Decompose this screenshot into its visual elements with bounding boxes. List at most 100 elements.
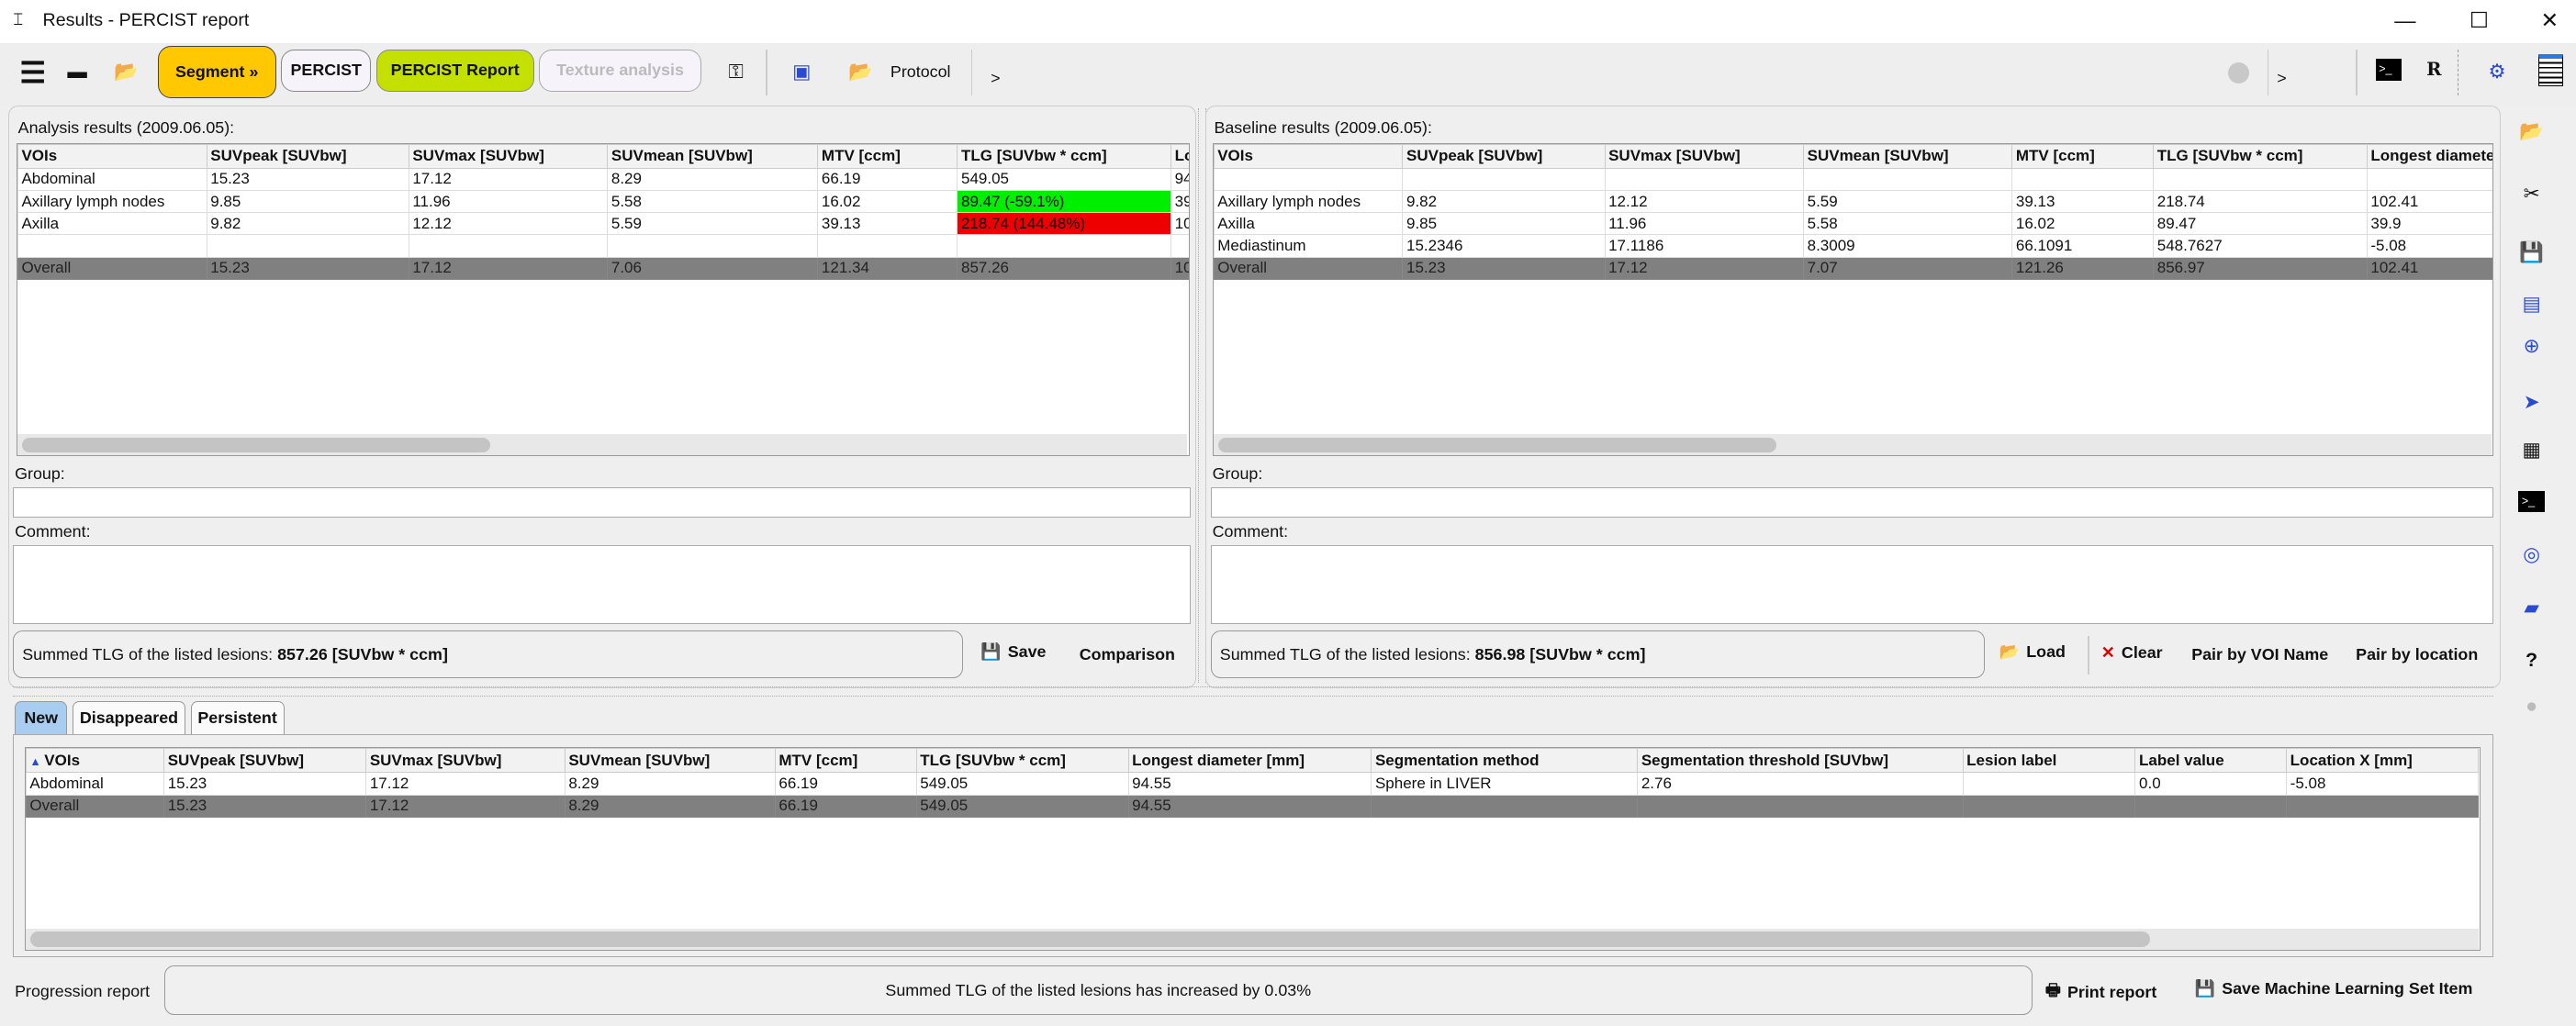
table-cell: 5.58 [1803, 212, 2013, 236]
protocol-icon[interactable]: 📂 [843, 54, 879, 90]
minimize-panel-icon[interactable]: ▬ [66, 56, 89, 89]
column-header[interactable]: Longest diameter [mm] [1127, 748, 1372, 774]
column-header[interactable]: ▲ VOIs [25, 748, 165, 774]
zoom-icon[interactable]: ⊕ [2509, 331, 2555, 361]
percist-button[interactable]: PERCIST [281, 49, 372, 93]
table-row[interactable]: Axillary lymph nodes 9.85 11.96 5.58 16.02 89… [17, 189, 1189, 214]
vehicle-icon[interactable]: ▰ [2509, 593, 2555, 622]
overall-row[interactable]: Overall 15.23 17.12 8.29 66.19 549.05 94.55 [25, 794, 2480, 818]
baseline-comment-input[interactable] [1210, 545, 2494, 624]
comment-input[interactable] [13, 545, 1192, 624]
column-header[interactable]: SUVmean [SUVbw] [607, 143, 819, 169]
column-header[interactable]: SUVmax [SUVbw] [365, 748, 566, 774]
terminal-icon[interactable]: >_ [2518, 491, 2545, 513]
analysis-scrollbar[interactable] [17, 434, 1187, 456]
save-icon[interactable]: 💾 [2509, 238, 2555, 267]
baseline-scrollbar[interactable] [1213, 434, 2492, 456]
texture-analysis-button: Texture analysis [538, 49, 702, 93]
import-folder-icon[interactable]: 📂 [110, 52, 143, 92]
tab-new[interactable]: New [15, 701, 68, 734]
save-ml-set-button[interactable]: 💾 Save Machine Learning Set Item [2195, 979, 2473, 998]
more-left-button[interactable]: > [991, 69, 1000, 88]
scrollbar-thumb[interactable] [1218, 437, 1777, 452]
overall-row[interactable]: Overall 15.23 17.12 7.07 121.26 856.97 102.41 [1213, 256, 2493, 280]
baseline-group-input[interactable] [1210, 487, 2494, 518]
column-header[interactable]: SUVpeak [SUVbw] [1402, 143, 1606, 169]
table-row[interactable]: Abdominal 15.23 17.12 8.29 66.19 549.05 94.55 S… [25, 772, 2480, 796]
column-header[interactable]: MTV [ccm] [774, 748, 917, 774]
column-header[interactable]: TLG [SUVbw * ccm] [2153, 143, 2368, 169]
print-report-button[interactable]: 🖶 Print report [2045, 979, 2156, 1007]
column-header[interactable]: Longest diameter [mm] [1170, 143, 1189, 169]
column-header[interactable]: Segmentation threshold [SUVbw] [1637, 748, 1964, 774]
column-header[interactable]: Longest diameter [mm] [2366, 143, 2493, 169]
table-row[interactable]: Axillary lymph nodes 9.82 12.12 5.59 39.13 21… [1213, 189, 2493, 214]
column-header[interactable]: SUVmax [SUVbw] [408, 143, 609, 169]
lesions-scrollbar[interactable] [25, 928, 2479, 951]
table-cell [1170, 234, 1189, 258]
column-header[interactable]: Lesion label [1962, 748, 2136, 774]
more-right-button[interactable]: > [2277, 69, 2286, 88]
pair-by-location-button[interactable]: Pair by location [2356, 645, 2478, 664]
table-row[interactable] [17, 234, 1189, 258]
column-header[interactable]: VOIs [1213, 143, 1404, 169]
table-row[interactable]: Axilla 9.82 12.12 5.59 39.13 218.74 (144.48%)… [17, 212, 1189, 236]
calendar-icon[interactable] [2537, 54, 2563, 86]
column-header[interactable]: TLG [SUVbw * ccm] [915, 748, 1129, 774]
load-button[interactable]: 📂 Load [1999, 642, 2066, 662]
column-header[interactable]: Label value [2134, 748, 2288, 774]
maximize-button[interactable]: ☐ [2455, 5, 2504, 38]
comparison-button[interactable]: Comparison [1080, 645, 1175, 664]
horizontal-splitter[interactable] [13, 686, 2494, 697]
print-icon[interactable]: ▤ [2509, 289, 2555, 318]
split-icon[interactable]: ✂ [2509, 179, 2555, 208]
close-button[interactable]: ✕ [2525, 5, 2574, 38]
column-header[interactable]: VOIs [17, 143, 207, 169]
percist-report-button[interactable]: PERCIST Report [375, 49, 534, 93]
export-icon[interactable]: ➤ [2509, 387, 2555, 417]
terminal-icon[interactable]: >_ [2375, 59, 2402, 81]
column-header[interactable]: SUVmean [SUVbw] [564, 748, 776, 774]
column-header[interactable]: SUVpeak [SUVbw] [163, 748, 367, 774]
vertical-splitter[interactable] [1197, 108, 1206, 684]
tab-persistent[interactable]: Persistent [190, 701, 285, 734]
help-button[interactable]: ? [2509, 645, 2555, 675]
table-cell: 89.47 [2153, 212, 2368, 236]
scrollbar-thumb[interactable] [30, 931, 2150, 947]
target-icon[interactable]: ◎ [2509, 541, 2555, 570]
protocol-button[interactable]: Protocol [890, 62, 951, 82]
database-icon[interactable]: ▣ [785, 54, 818, 90]
pair-by-voi-name-button[interactable]: Pair by VOI Name [2191, 645, 2328, 664]
column-header[interactable]: SUVmean [SUVbw] [1803, 143, 2013, 169]
table-cell: 16.02 [2011, 212, 2155, 236]
scrollbar-thumb[interactable] [22, 437, 491, 452]
column-header[interactable]: TLG [SUVbw * ccm] [957, 143, 1172, 169]
minimize-button[interactable]: — [2380, 5, 2430, 38]
table-row[interactable]: Axilla 9.85 11.96 5.58 16.02 89.47 39.9 [1213, 212, 2493, 236]
column-header[interactable]: MTV [ccm] [2011, 143, 2155, 169]
table-cell: 548.7627 [2153, 234, 2368, 258]
table-row[interactable]: Mediastinum 15.2346 17.1186 8.3009 66.1091 54… [1213, 234, 2493, 258]
database-icon[interactable]: ▦ [2509, 435, 2555, 464]
save-button[interactable]: 💾 Save [980, 642, 1046, 662]
user-config-icon[interactable]: ⚙ [2478, 54, 2517, 90]
clear-button[interactable]: ✕ Clear [2101, 643, 2163, 663]
column-header[interactable]: Location X [mm] [2286, 748, 2480, 774]
overall-row[interactable]: Overall15.2317.127.06121.34857.26102.41 [17, 256, 1189, 280]
table-cell: 102.41 [1170, 256, 1189, 280]
table-row[interactable]: Abdominal15.2317.128.2966.19549.0594.55 [17, 167, 1189, 191]
group-input[interactable] [13, 487, 1192, 518]
table-row[interactable] [1213, 167, 2493, 191]
key-icon[interactable]: ⚿ [720, 56, 753, 89]
tab-disappeared[interactable]: Disappeared [72, 701, 186, 734]
segment-button[interactable]: Segment » [157, 46, 276, 99]
table-cell: 8.3009 [1803, 234, 2013, 258]
column-header[interactable]: SUVpeak [SUVbw] [206, 143, 409, 169]
column-header[interactable]: MTV [ccm] [817, 143, 958, 169]
open-folder-icon[interactable]: 📂 [2509, 117, 2555, 146]
table-cell [2366, 167, 2493, 191]
r-console-button[interactable]: R [2426, 59, 2441, 80]
menu-icon[interactable]: ☰ [18, 56, 48, 89]
column-header[interactable]: Segmentation method [1371, 748, 1639, 774]
column-header[interactable]: SUVmax [SUVbw] [1604, 143, 1805, 169]
